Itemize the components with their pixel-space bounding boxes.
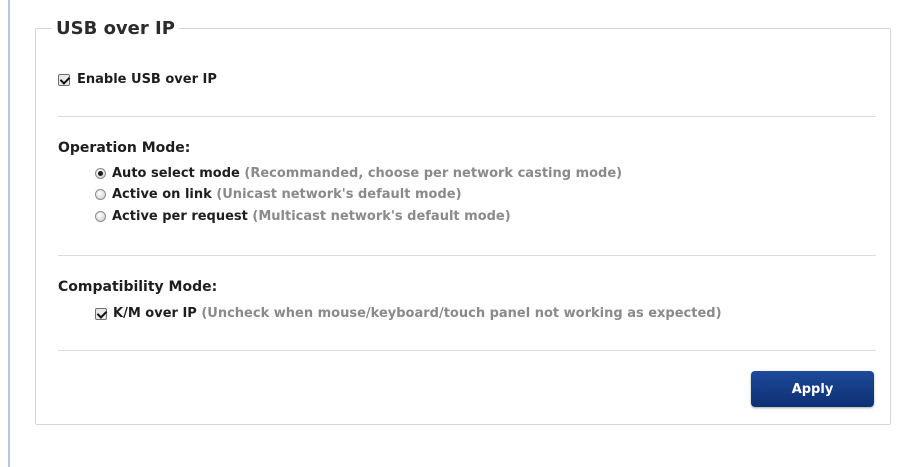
enable-usb-over-ip-label: Enable USB over IP [77,72,217,87]
operation-mode-heading: Operation Mode: [58,140,191,156]
checkmark-icon [96,308,108,319]
auto-select-mode-label: Auto select mode [112,166,240,181]
km-over-ip-option[interactable]: K/M over IP (Uncheck when mouse/keyboard… [113,306,722,321]
active-on-link-hint: (Unicast network's default mode) [216,187,462,202]
active-per-request-option[interactable]: Active per request (Multicast network's … [112,209,511,224]
checkmark-icon [59,74,71,85]
radio-active-per-request[interactable] [95,211,106,222]
divider [58,255,876,256]
km-over-ip-label: K/M over IP [113,306,197,321]
divider [58,116,876,117]
km-over-ip-hint: (Uncheck when mouse/keyboard/touch panel… [201,306,722,321]
divider [58,350,876,351]
km-over-ip-checkbox[interactable] [95,308,108,320]
radio-active-on-link[interactable] [95,189,106,200]
enable-usb-over-ip-checkbox[interactable] [58,74,71,86]
active-per-request-label: Active per request [112,209,248,224]
compatibility-mode-heading: Compatibility Mode: [58,279,218,295]
auto-select-mode-hint: (Recommanded, choose per network casting… [244,166,623,181]
page-left-border [8,0,10,467]
auto-select-mode-option[interactable]: Auto select mode (Recommanded, choose pe… [112,166,622,181]
active-on-link-option[interactable]: Active on link (Unicast network's defaul… [112,187,462,202]
active-per-request-hint: (Multicast network's default mode) [252,209,511,224]
apply-button[interactable]: Apply [751,371,874,407]
radio-auto-select-mode[interactable] [95,168,106,179]
section-title: USB over IP [56,18,175,39]
active-on-link-label: Active on link [112,187,212,202]
